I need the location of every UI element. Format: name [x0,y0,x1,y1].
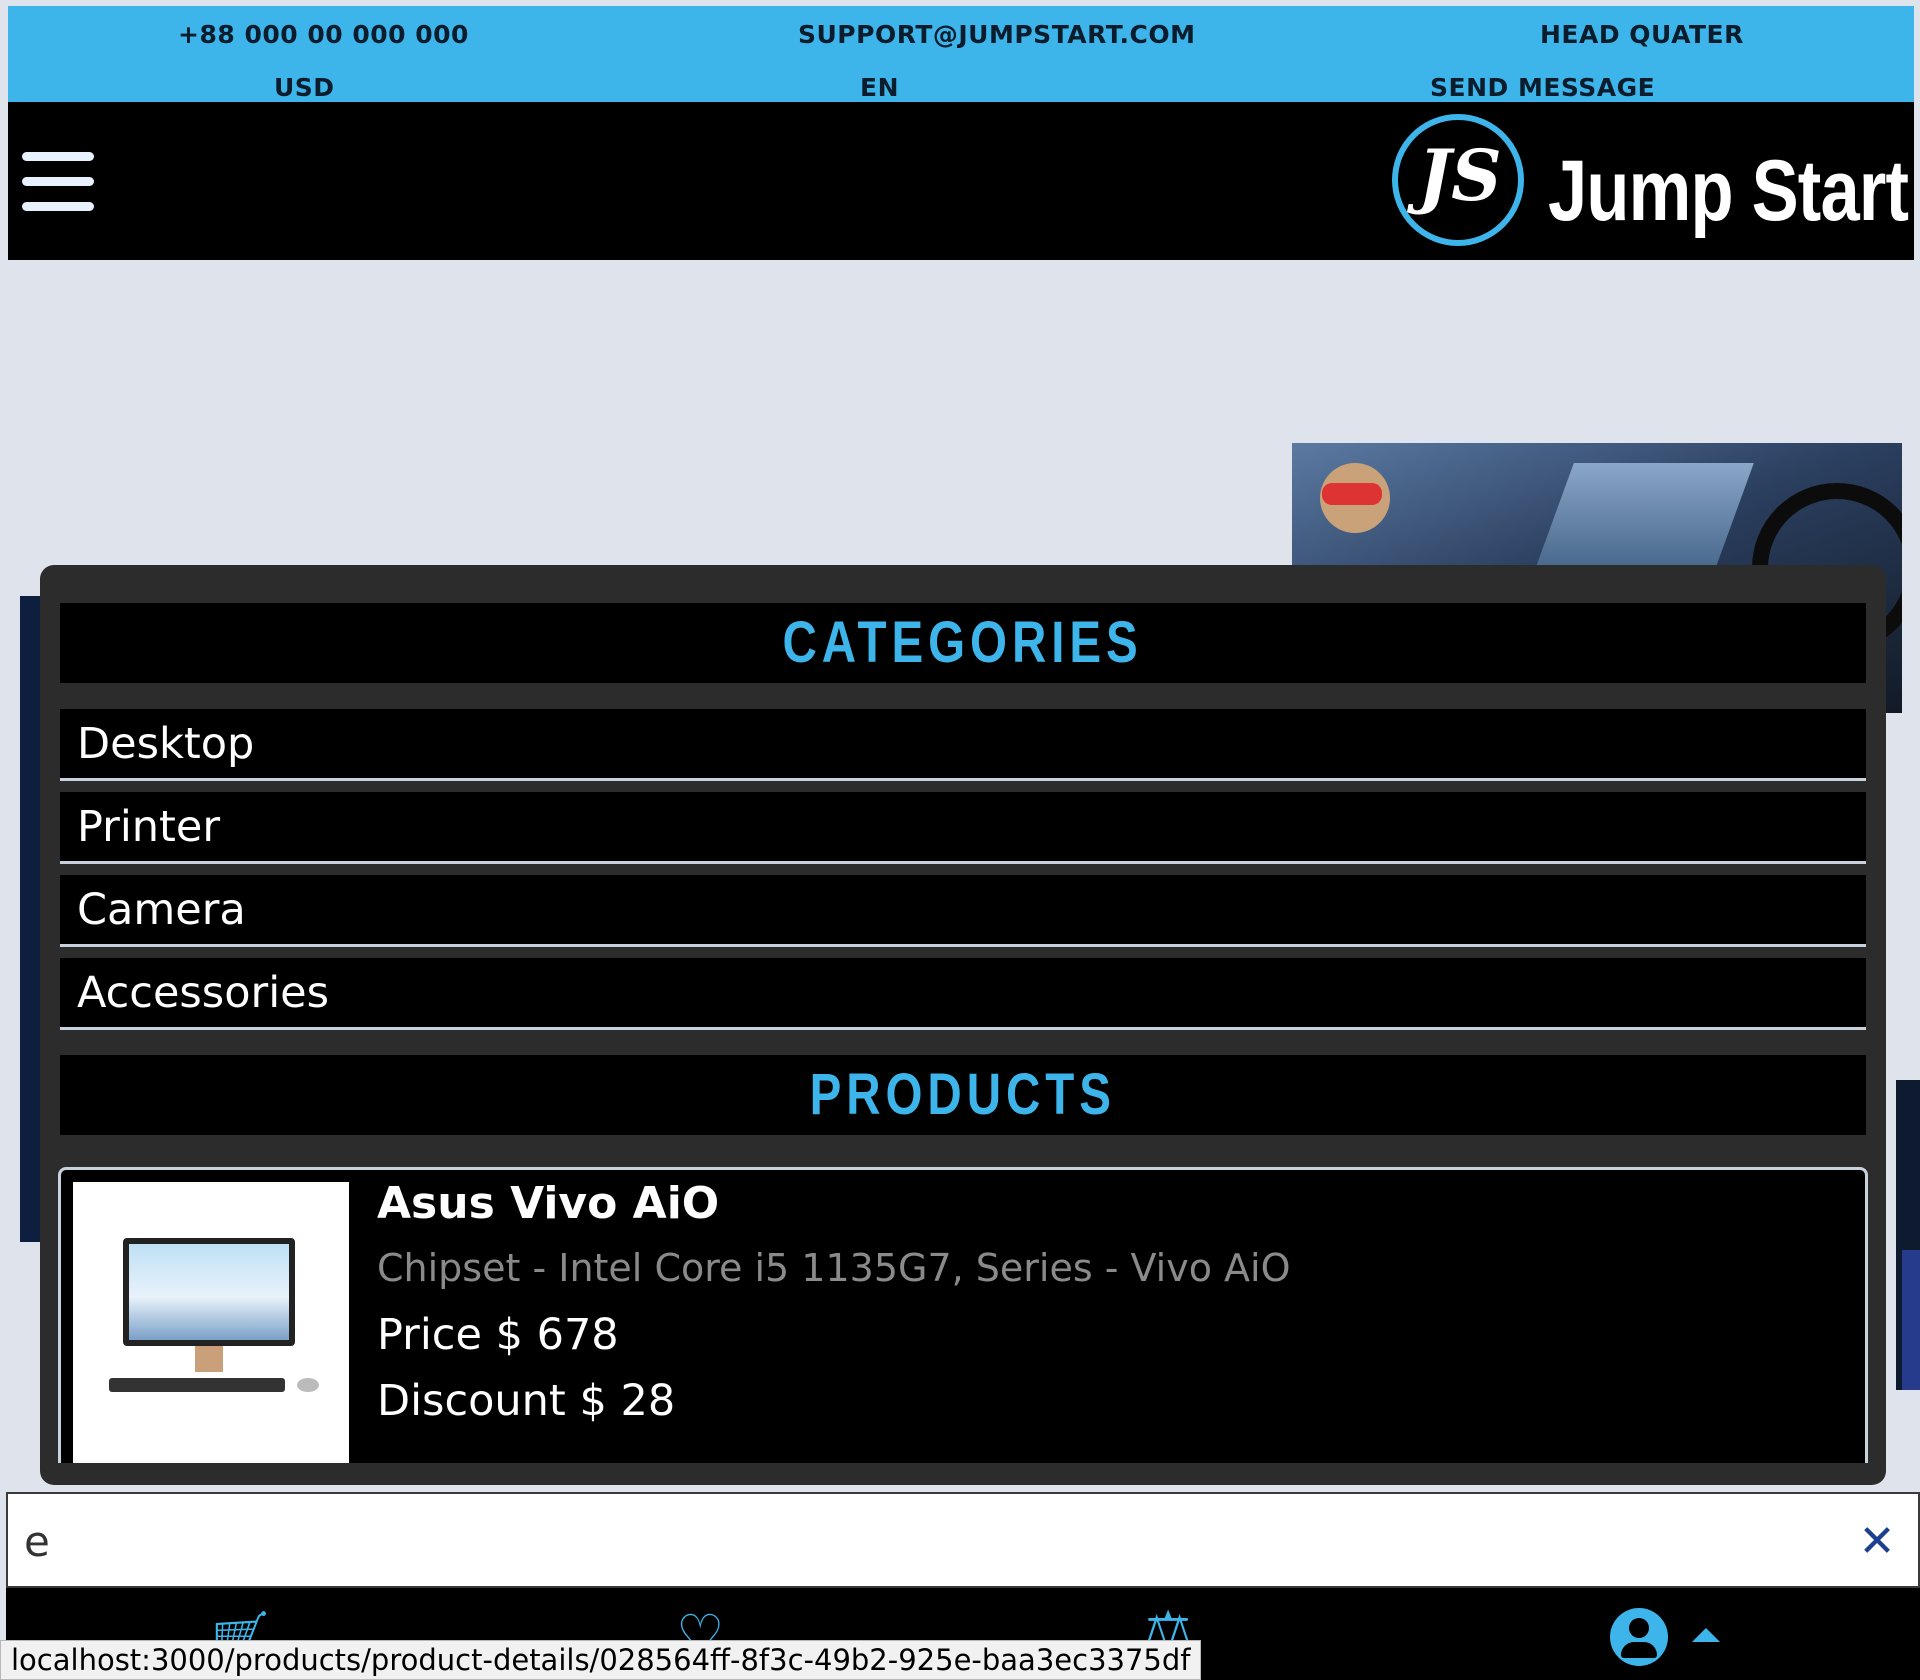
head-quarter-link[interactable]: HEAD QUATER [1540,20,1744,49]
logo-monogram: JS [1418,134,1502,217]
category-item-accessories[interactable]: Accessories [60,958,1866,1030]
products-heading: PRODUCTS [60,1055,1866,1135]
categories-heading: CATEGORIES [60,603,1866,683]
close-icon[interactable]: ✕ [1852,1514,1902,1570]
hamburger-menu-icon[interactable] [22,152,94,212]
category-item-camera[interactable]: Camera [60,875,1866,947]
user-account-icon[interactable] [1610,1608,1668,1666]
support-email[interactable]: SUPPORT@JUMPSTART.COM [798,20,1196,49]
category-label: Camera [77,885,246,935]
currency-selector[interactable]: USD [274,73,335,102]
phone-number[interactable]: +88 000 00 000 000 [178,20,469,49]
category-item-printer[interactable]: Printer [60,792,1866,864]
send-message-link[interactable]: SEND MESSAGE [1430,73,1655,102]
logo-icon[interactable]: JS [1392,114,1524,246]
category-label: Desktop [77,719,255,769]
brand-name[interactable]: Jump Start [1548,142,1909,241]
category-label: Accessories [77,968,329,1018]
category-item-desktop[interactable]: Desktop [60,709,1866,781]
product-name: Asus Vivo AiO [377,1178,720,1229]
product-spec: Chipset - Intel Core i5 1135G7, Series -… [377,1246,1291,1290]
search-results-panel: CATEGORIES Desktop Printer Camera Access… [40,565,1886,1485]
search-input[interactable] [24,1508,1804,1574]
language-selector[interactable]: EN [860,73,899,102]
product-discount: Discount $ 28 [377,1376,676,1426]
background-card-edge [1896,1080,1920,1390]
search-bar: ✕ [6,1492,1920,1588]
product-thumbnail [73,1182,349,1463]
caret-up-icon[interactable] [1692,1628,1720,1642]
product-result-card[interactable]: Asus Vivo AiO Chipset - Intel Core i5 11… [58,1167,1868,1463]
category-label: Printer [77,802,221,852]
top-info-bar: +88 000 00 000 000 SUPPORT@JUMPSTART.COM… [8,6,1914,102]
status-bar-url: localhost:3000/products/product-details/… [0,1640,1202,1680]
product-price: Price $ 678 [377,1310,619,1360]
site-header: JS Jump Start [8,102,1914,260]
background-slider-edge [20,596,42,1242]
